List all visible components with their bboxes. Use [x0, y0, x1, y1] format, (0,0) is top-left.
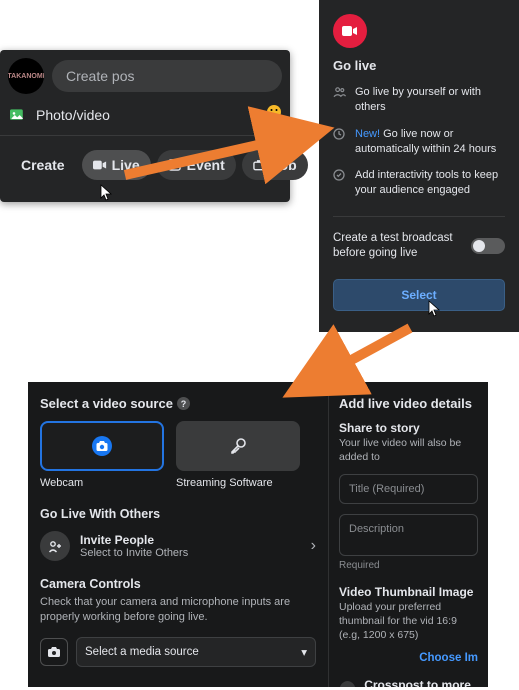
video-icon	[93, 158, 107, 172]
source-webcam[interactable]	[40, 421, 164, 471]
choose-image-button[interactable]: Choose Im	[339, 652, 478, 664]
go-live-with-title: Go Live With Others	[40, 507, 316, 521]
photo-video-label[interactable]: Photo/video	[36, 107, 110, 123]
tab-create: Create	[10, 150, 76, 180]
feature-2-text: New! Go live now or automatically within…	[355, 127, 505, 157]
create-tabs: Create Live Event Job	[0, 135, 290, 194]
details-title: Add live video details	[339, 396, 478, 411]
thumbnail-title: Video Thumbnail Image	[339, 585, 478, 599]
description-input[interactable]: Description	[339, 514, 478, 556]
required-label: Required	[339, 560, 478, 571]
chevron-down-icon: ▾	[301, 645, 307, 659]
crosspost-row[interactable]: Crosspost to more Pages	[339, 678, 478, 687]
tab-job-label: Job	[272, 157, 297, 173]
share-story-desc: Your live video will also be added to	[339, 437, 478, 464]
new-tag: New!	[355, 128, 380, 140]
live-setup-panel: Select a video source ? Webcam Streaming…	[28, 382, 488, 687]
tab-event-label: Event	[187, 157, 225, 173]
tab-live[interactable]: Live	[82, 150, 151, 180]
clock-icon	[333, 127, 347, 157]
media-source-select[interactable]: Select a media source ▾	[76, 637, 316, 667]
tab-live-label: Live	[112, 157, 140, 173]
thumbnail-desc: Upload your preferred thumbnail for the …	[339, 601, 478, 642]
calendar-icon	[168, 158, 182, 172]
photo-video-icon	[8, 107, 28, 123]
go-live-title: Go live	[333, 58, 505, 73]
people-icon	[333, 85, 347, 115]
feature-row-1: Go live by yourself or with others	[333, 85, 505, 115]
help-icon[interactable]: ?	[177, 397, 190, 410]
chevron-right-icon: ›	[311, 537, 316, 555]
create-post-input[interactable]: Create pos	[52, 60, 282, 92]
camera-small-icon	[40, 638, 68, 666]
crosspost-label: Crosspost to more Pages	[364, 678, 478, 687]
streaming-label: Streaming Software	[176, 477, 273, 489]
crosspost-icon	[339, 681, 356, 687]
invite-people-row[interactable]: Invite People Select to Invite Others ›	[40, 531, 316, 561]
tab-event[interactable]: Event	[157, 150, 236, 180]
source-streaming[interactable]	[176, 421, 300, 471]
test-broadcast-label: Create a test broadcast before going liv…	[333, 231, 463, 261]
key-icon	[229, 437, 247, 455]
title-input[interactable]: Title (Required)	[339, 474, 478, 504]
live-badge-icon	[333, 14, 367, 48]
camera-controls-desc: Check that your camera and microphone in…	[40, 595, 316, 625]
tab-job[interactable]: Job	[242, 150, 308, 180]
webcam-label: Webcam	[40, 477, 164, 489]
feeling-icon[interactable]	[266, 104, 282, 125]
invite-title: Invite People	[80, 533, 301, 547]
feature-1-text: Go live by yourself or with others	[355, 85, 505, 115]
invite-icon	[40, 531, 70, 561]
tools-icon	[333, 168, 347, 198]
select-source-title: Select a video source ?	[40, 396, 316, 411]
invite-sub: Select to Invite Others	[80, 547, 301, 559]
camera-controls-title: Camera Controls	[40, 577, 316, 591]
create-post-panel: TAKANOMI Create pos Photo/video Create L…	[0, 50, 290, 202]
avatar-text: TAKANOMI	[8, 73, 44, 80]
camera-icon	[91, 435, 113, 457]
go-live-panel: Go live Go live by yourself or with othe…	[319, 0, 519, 332]
feature-row-3: Add interactivity tools to keep your aud…	[333, 168, 505, 198]
briefcase-icon	[253, 158, 267, 172]
select-button[interactable]: Select	[333, 279, 505, 311]
test-broadcast-toggle[interactable]	[471, 238, 505, 254]
feature-3-text: Add interactivity tools to keep your aud…	[355, 168, 505, 198]
page-avatar[interactable]: TAKANOMI	[8, 58, 44, 94]
feature-row-2: New! Go live now or automatically within…	[333, 127, 505, 157]
share-story-title: Share to story	[339, 421, 478, 435]
